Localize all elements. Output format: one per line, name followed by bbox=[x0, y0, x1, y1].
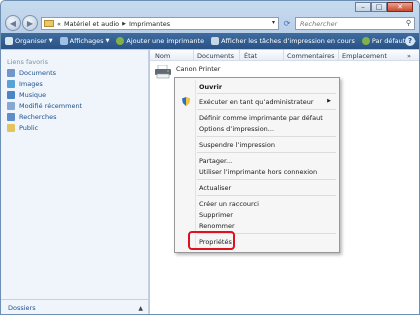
chevron-down-icon: ▼ bbox=[48, 38, 53, 44]
menu-item-pause-printing[interactable]: Suspendre l’impression bbox=[199, 141, 275, 149]
menu-separator bbox=[197, 109, 336, 110]
forward-arrow-icon: ▶ bbox=[26, 18, 34, 28]
organize-icon bbox=[5, 37, 13, 45]
explorer-window: – □ ✕ ◀ ▶ « Matériel et audio ▶ Impriman… bbox=[0, 0, 420, 315]
add-printer-button[interactable]: Ajouter une imprimante bbox=[116, 37, 204, 45]
menu-item-rename[interactable]: Renommer bbox=[199, 222, 235, 230]
breadcrumb-overflow[interactable]: « bbox=[57, 20, 61, 28]
sidebar-item-label: Musique bbox=[19, 91, 47, 99]
back-button[interactable]: ◀ bbox=[5, 15, 21, 31]
images-icon bbox=[7, 80, 15, 88]
column-divider[interactable] bbox=[283, 50, 284, 61]
add-printer-label: Ajouter une imprimante bbox=[126, 37, 205, 45]
organize-button[interactable]: Organiser ▼ bbox=[5, 37, 53, 45]
refresh-icon: ⟳ bbox=[283, 19, 291, 28]
folder-icon bbox=[44, 20, 54, 27]
print-queue-icon bbox=[211, 37, 220, 45]
favorites-title: Liens favoris bbox=[7, 58, 48, 66]
search-input[interactable] bbox=[300, 19, 400, 28]
column-comments[interactable]: Commentaires bbox=[287, 52, 335, 60]
help-icon[interactable]: ? bbox=[405, 36, 415, 46]
views-button[interactable]: Affichages ▼ bbox=[59, 37, 110, 45]
organize-label: Organiser bbox=[15, 37, 47, 45]
menu-separator bbox=[197, 195, 336, 196]
set-default-button[interactable]: Par défaut bbox=[361, 37, 406, 45]
maximize-button[interactable]: □ bbox=[371, 2, 387, 12]
menu-separator bbox=[197, 136, 336, 137]
menu-separator bbox=[197, 179, 336, 180]
menu-item-open[interactable]: Ouvrir bbox=[199, 83, 222, 91]
address-bar[interactable]: « Matériel et audio ▶ Imprimantes ▾ bbox=[41, 17, 279, 30]
column-headers: Nom Documents État Commentaires Emplacem… bbox=[150, 50, 419, 61]
menu-gutter bbox=[195, 80, 196, 250]
column-state[interactable]: État bbox=[244, 52, 257, 60]
add-printer-icon bbox=[116, 37, 125, 45]
sidebar-item-label: Documents bbox=[19, 69, 57, 77]
menu-separator bbox=[197, 152, 336, 153]
column-overflow[interactable]: » bbox=[407, 52, 411, 60]
menu-item-print-options[interactable]: Options d’impression... bbox=[199, 125, 274, 133]
sidebar-item-label: Images bbox=[19, 80, 43, 88]
properties-highlight-box bbox=[188, 231, 235, 250]
chevron-down-icon: ▼ bbox=[105, 38, 110, 44]
column-divider[interactable] bbox=[338, 50, 339, 61]
column-name[interactable]: Nom bbox=[155, 52, 170, 60]
back-arrow-icon: ◀ bbox=[9, 18, 17, 28]
column-location[interactable]: Emplacement bbox=[342, 52, 387, 60]
sidebar-item-public[interactable]: Public bbox=[7, 124, 38, 132]
shield-icon bbox=[182, 97, 190, 106]
navigation-row: ◀ ▶ « Matériel et audio ▶ Imprimantes ▾ … bbox=[1, 13, 419, 33]
menu-separator bbox=[197, 93, 336, 94]
sidebar-item-images[interactable]: Images bbox=[7, 80, 43, 88]
menu-item-set-default[interactable]: Définir comme imprimante par défaut bbox=[199, 114, 323, 122]
sidebar-item-recent[interactable]: Modifié récemment bbox=[7, 102, 82, 110]
set-default-label: Par défaut bbox=[371, 37, 406, 45]
command-bar: Organiser ▼ Affichages ▼ Ajouter une impri… bbox=[1, 33, 419, 49]
menu-item-share[interactable]: Partager... bbox=[199, 157, 232, 165]
column-divider[interactable] bbox=[193, 50, 194, 61]
submenu-arrow-icon: ▶ bbox=[327, 98, 331, 104]
chevron-up-icon: ▲ bbox=[138, 304, 143, 312]
recent-icon bbox=[7, 102, 15, 110]
close-button[interactable]: ✕ bbox=[387, 2, 413, 12]
folders-label: Dossiers bbox=[8, 304, 36, 312]
caption-buttons: – □ ✕ bbox=[355, 2, 413, 12]
music-icon bbox=[7, 91, 15, 99]
breadcrumb-hardware-audio[interactable]: Matériel et audio bbox=[64, 20, 119, 28]
menu-item-refresh[interactable]: Actualiser bbox=[199, 184, 231, 192]
searches-icon bbox=[7, 113, 15, 121]
menu-item-offline[interactable]: Utiliser l’imprimante hors connexion bbox=[199, 168, 317, 176]
column-divider[interactable] bbox=[239, 50, 240, 61]
menu-item-delete[interactable]: Supprimer bbox=[199, 211, 233, 219]
sidebar-item-label: Recherches bbox=[19, 113, 57, 121]
views-label: Affichages bbox=[69, 37, 104, 45]
navigation-pane: Liens favoris Documents Images Musique M… bbox=[1, 50, 149, 314]
views-icon bbox=[59, 37, 68, 45]
documents-icon bbox=[7, 69, 15, 77]
printer-icon bbox=[155, 65, 171, 79]
minimize-button[interactable]: – bbox=[355, 2, 371, 12]
public-folder-icon bbox=[7, 124, 15, 132]
sidebar-item-documents[interactable]: Documents bbox=[7, 69, 56, 77]
forward-button[interactable]: ▶ bbox=[22, 15, 38, 31]
breadcrumb-arrow-icon[interactable]: ▶ bbox=[122, 21, 126, 27]
refresh-button[interactable]: ⟳ bbox=[281, 17, 293, 30]
sidebar-item-searches[interactable]: Recherches bbox=[7, 113, 57, 121]
print-queue-button[interactable]: Afficher les tâches d’impression en cour… bbox=[211, 37, 355, 45]
address-dropdown-icon[interactable]: ▾ bbox=[272, 19, 275, 26]
menu-item-run-as-admin[interactable]: Exécuter en tant qu’administrateur bbox=[199, 98, 314, 106]
column-documents[interactable]: Documents bbox=[197, 52, 234, 60]
sidebar-item-label: Modifié récemment bbox=[19, 102, 83, 110]
folders-toggle[interactable]: Dossiers ▲ bbox=[1, 299, 148, 314]
sidebar-item-label: Public bbox=[19, 124, 39, 132]
sidebar-item-music[interactable]: Musique bbox=[7, 91, 46, 99]
menu-item-create-shortcut[interactable]: Créer un raccourci bbox=[199, 200, 259, 208]
context-menu: Ouvrir Exécuter en tant qu’administrateu… bbox=[174, 77, 340, 253]
search-box[interactable]: ⚲ bbox=[295, 17, 415, 30]
search-icon[interactable]: ⚲ bbox=[406, 19, 411, 27]
breadcrumb-printers[interactable]: Imprimantes bbox=[129, 20, 170, 28]
default-check-icon bbox=[361, 37, 370, 45]
print-queue-label: Afficher les tâches d’impression en cour… bbox=[221, 37, 355, 45]
